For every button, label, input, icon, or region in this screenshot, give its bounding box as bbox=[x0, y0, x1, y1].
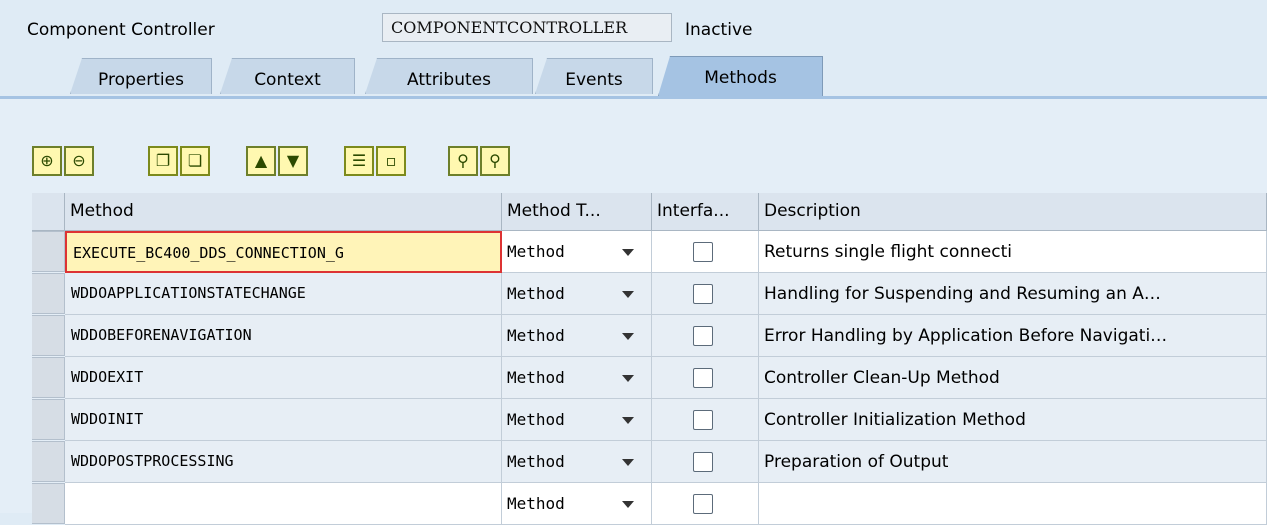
row-selector[interactable] bbox=[32, 231, 65, 272]
row-selector[interactable] bbox=[32, 357, 65, 398]
move-down-icon[interactable]: ▼ bbox=[278, 146, 308, 176]
tab-context[interactable]: Context bbox=[220, 58, 355, 94]
method-name-cell[interactable]: WDDOAPPLICATIONSTATECHANGE bbox=[65, 273, 502, 315]
chevron-down-icon[interactable] bbox=[622, 417, 634, 424]
interface-checkbox[interactable] bbox=[693, 326, 713, 346]
method-type-value: Method bbox=[507, 368, 565, 387]
row-selector[interactable] bbox=[32, 399, 65, 440]
controller-name-field[interactable]: COMPONENTCONTROLLER bbox=[382, 13, 672, 42]
method-name-input[interactable] bbox=[65, 483, 502, 525]
method-type-value: Method bbox=[507, 284, 565, 303]
delete-row-icon[interactable]: ⊖ bbox=[64, 146, 94, 176]
interface-checkbox[interactable] bbox=[693, 410, 713, 430]
description-cell[interactable]: Handling for Suspending and Resuming an … bbox=[759, 273, 1267, 315]
method-type-select[interactable]: Method bbox=[502, 357, 652, 399]
method-name-cell[interactable]: WDDOBEFORENAVIGATION bbox=[65, 315, 502, 357]
table-row: Method bbox=[32, 483, 1267, 525]
chevron-down-icon[interactable] bbox=[622, 249, 634, 256]
method-type-value: Method bbox=[507, 452, 565, 471]
column-header-method-type[interactable]: Method T... bbox=[502, 193, 652, 231]
method-type-value: Method bbox=[507, 494, 565, 513]
tab-strip: Properties Context Attributes Events Met… bbox=[0, 50, 1267, 96]
interface-cell bbox=[652, 315, 759, 357]
interface-cell bbox=[652, 357, 759, 399]
tab-events[interactable]: Events bbox=[535, 58, 653, 94]
interface-checkbox[interactable] bbox=[693, 368, 713, 388]
row-selector[interactable] bbox=[32, 441, 65, 482]
chevron-down-icon[interactable] bbox=[622, 501, 634, 508]
insert-row-icon[interactable]: ⊕ bbox=[32, 146, 62, 176]
tab-attributes[interactable]: Attributes bbox=[365, 58, 533, 94]
description-input[interactable]: Returns single flight connecti bbox=[759, 231, 1267, 273]
description-cell[interactable]: Controller Clean-Up Method bbox=[759, 357, 1267, 399]
deselect-icon[interactable]: ▫ bbox=[376, 146, 406, 176]
select-all-cell[interactable] bbox=[32, 193, 65, 231]
find-icon[interactable]: ⚲ bbox=[448, 146, 478, 176]
method-name-input[interactable]: EXECUTE_BC400_DDS_CONNECTION_G bbox=[65, 231, 502, 273]
table-row: WDDOBEFORENAVIGATION Method Error Handli… bbox=[32, 315, 1267, 357]
chevron-down-icon[interactable] bbox=[622, 333, 634, 340]
component-label: Component Controller bbox=[27, 20, 215, 40]
method-name-cell[interactable]: WDDOEXIT bbox=[65, 357, 502, 399]
description-cell[interactable]: Error Handling by Application Before Nav… bbox=[759, 315, 1267, 357]
interface-cell bbox=[652, 399, 759, 441]
interface-cell bbox=[652, 483, 759, 525]
interface-cell bbox=[652, 231, 759, 273]
table-row: WDDOEXIT Method Controller Clean-Up Meth… bbox=[32, 357, 1267, 399]
method-type-value: Method bbox=[507, 410, 565, 429]
move-up-icon[interactable]: ▲ bbox=[246, 146, 276, 176]
description-cell[interactable]: Preparation of Output bbox=[759, 441, 1267, 483]
status-text: Inactive bbox=[685, 20, 753, 40]
chevron-down-icon[interactable] bbox=[622, 375, 634, 382]
interface-checkbox[interactable] bbox=[693, 494, 713, 514]
description-cell[interactable]: Controller Initialization Method bbox=[759, 399, 1267, 441]
column-header-description[interactable]: Description bbox=[759, 193, 1267, 231]
chevron-down-icon[interactable] bbox=[622, 291, 634, 298]
method-type-value: Method bbox=[507, 326, 565, 345]
method-type-select[interactable]: Method bbox=[502, 315, 652, 357]
interface-checkbox[interactable] bbox=[693, 242, 713, 262]
column-header-method[interactable]: Method bbox=[65, 193, 502, 231]
table-row: WDDOPOSTPROCESSING Method Preparation of… bbox=[32, 441, 1267, 483]
method-type-select[interactable]: Method bbox=[502, 231, 652, 273]
row-selector[interactable] bbox=[32, 483, 65, 524]
method-name-cell[interactable]: WDDOINIT bbox=[65, 399, 502, 441]
interface-cell bbox=[652, 273, 759, 315]
description-input[interactable] bbox=[759, 483, 1267, 525]
method-type-value: Method bbox=[507, 242, 565, 261]
row-selector[interactable] bbox=[32, 273, 65, 314]
method-name-cell[interactable]: WDDOPOSTPROCESSING bbox=[65, 441, 502, 483]
copy-icon[interactable]: ❐ bbox=[148, 146, 178, 176]
interface-checkbox[interactable] bbox=[693, 452, 713, 472]
method-type-select[interactable]: Method bbox=[502, 441, 652, 483]
table-row: WDDOAPPLICATIONSTATECHANGE Method Handli… bbox=[32, 273, 1267, 315]
select-all-icon[interactable]: ☰ bbox=[344, 146, 374, 176]
paste-icon[interactable]: ❏ bbox=[180, 146, 210, 176]
find-next-icon[interactable]: ⚲ bbox=[480, 146, 510, 176]
tab-methods[interactable]: Methods bbox=[658, 56, 823, 96]
interface-checkbox[interactable] bbox=[693, 284, 713, 304]
method-type-select[interactable]: Method bbox=[502, 483, 652, 525]
interface-cell bbox=[652, 441, 759, 483]
row-selector[interactable] bbox=[32, 315, 65, 356]
table-row: WDDOINIT Method Controller Initializatio… bbox=[32, 399, 1267, 441]
method-type-select[interactable]: Method bbox=[502, 399, 652, 441]
component-header: Component Controller COMPONENTCONTROLLER… bbox=[0, 0, 1267, 50]
tab-properties[interactable]: Properties bbox=[70, 58, 212, 94]
chevron-down-icon[interactable] bbox=[622, 459, 634, 466]
column-header-interface[interactable]: Interfa... bbox=[652, 193, 759, 231]
method-type-select[interactable]: Method bbox=[502, 273, 652, 315]
table-row: EXECUTE_BC400_DDS_CONNECTION_G Method Re… bbox=[32, 231, 1267, 273]
